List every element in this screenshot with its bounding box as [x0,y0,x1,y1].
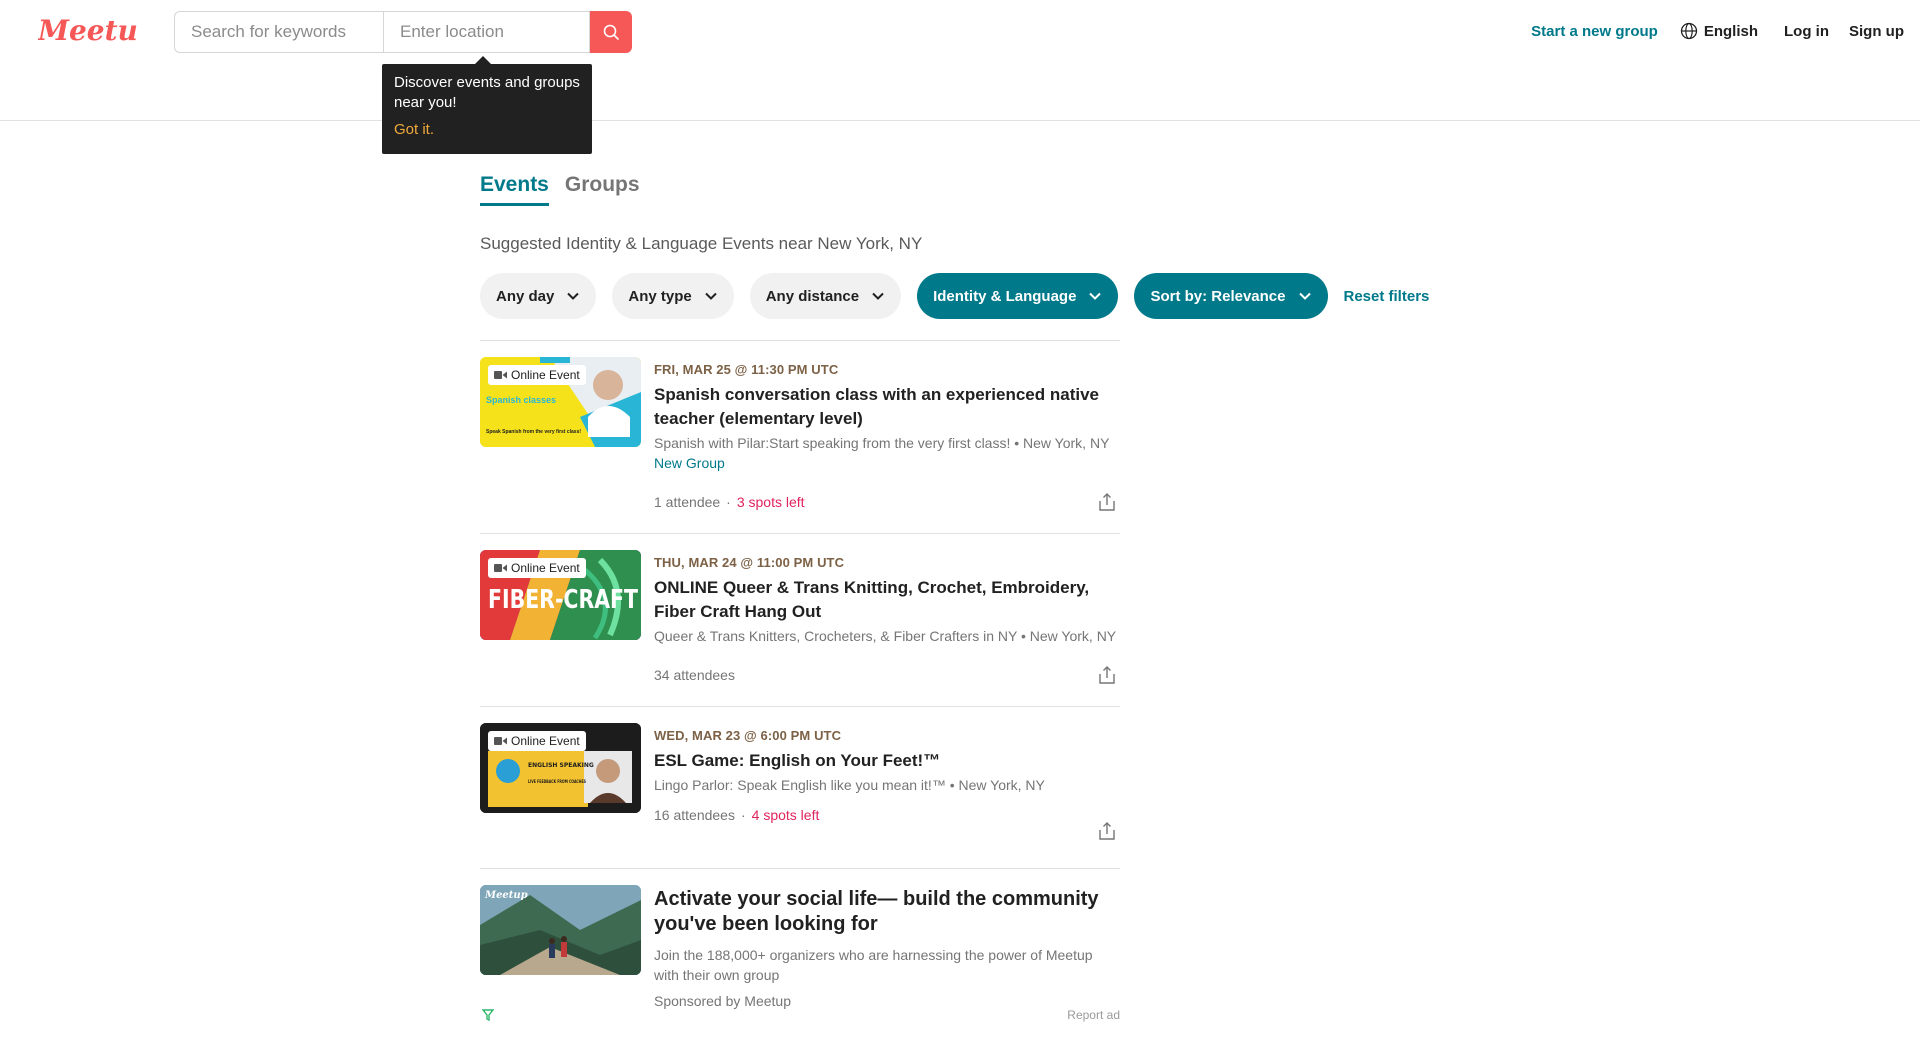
search-button[interactable] [590,11,632,53]
event-group: Spanish with Pilar:Start speaking from t… [654,435,1110,451]
event-date: FRI, MAR 25 @ 11:30 PM UTC [654,362,839,377]
ad-choices-icon[interactable] [482,1009,494,1021]
event-2-image-title: FIBER-CRAFT [488,585,638,615]
event-1-image-caption: Speak Spanish from the very first class! [486,429,581,435]
chevron-down-icon [1298,292,1311,300]
separator-dot: · [726,494,731,510]
share-icon[interactable] [1096,491,1118,513]
video-camera-icon [494,737,507,745]
event-image[interactable]: Spanish classes Speak Spanish from the v… [480,357,641,447]
ad-text: Join the 188,000+ organizers who are har… [654,947,1093,983]
event-group: Queer & Trans Knitters, Crocheters, & Fi… [654,628,1117,644]
tabs: Events Groups [480,173,640,206]
sort-dropdown[interactable]: Sort by: Relevance [1134,273,1328,319]
location-tooltip: Discover events and groups near you! Got… [382,56,592,154]
event-meta: 1 attendee · 3 spots left [654,494,805,510]
event-title[interactable]: ONLINE Queer & Trans Knitting, Crochet, … [654,576,1120,624]
event-details: THU, MAR 24 @ 11:00 PM UTC ONLINE Queer … [654,555,1120,644]
globe-icon [1680,22,1697,40]
chevron-down-icon [1089,292,1102,300]
event-list: Spanish classes Speak Spanish from the v… [480,340,1120,1039]
reset-filters-link[interactable]: Reset filters [1344,288,1430,305]
filter-distance-label: Any distance [765,287,860,305]
share-icon[interactable] [1096,820,1118,842]
tab-groups[interactable]: Groups [565,173,640,206]
event-image[interactable]: FIBER-CRAFT Online Event [480,550,641,640]
event-title[interactable]: ESL Game: English on Your Feet!™ [654,749,1120,773]
search-bar [174,11,632,53]
login-link[interactable]: Log in [1784,23,1829,40]
filter-day[interactable]: Any day [480,273,597,319]
online-event-badge: Online Event [488,731,586,751]
search-icon [603,24,619,40]
attendee-count: 16 attendees [654,807,735,823]
event-3-image-caption: LIVE FEEDBACK FROM COACHES [528,779,586,784]
event-group: Lingo Parlor: Speak English like you mea… [654,777,1045,793]
filter-type-label: Any type [628,287,692,305]
share-icon[interactable] [1096,664,1118,686]
video-camera-icon [494,564,507,572]
report-ad-link[interactable]: Report ad [1067,1008,1120,1022]
event-date: WED, MAR 23 @ 6:00 PM UTC [654,728,842,743]
tooltip-text: Discover events and groups near you! [394,74,580,111]
start-new-group-link[interactable]: Start a new group [1531,23,1658,40]
badge-label: Online Event [511,734,580,748]
event-meta: 34 attendees [654,667,735,683]
new-group-label[interactable]: New Group [654,455,1120,471]
sponsored-ad[interactable]: Meetup Activate your social life— build … [480,869,1120,1039]
event-date: THU, MAR 24 @ 11:00 PM UTC [654,555,845,570]
header: Meetup Discover events and groups near y… [0,0,1920,154]
language-label: English [1703,22,1758,40]
logo-text: Meetup [38,14,138,47]
language-selector[interactable]: English [1680,22,1758,40]
filter-category-label: Identity & Language [933,287,1077,305]
meetup-logo[interactable]: Meetup [38,10,138,52]
event-1-image-title: Spanish classes [486,395,556,405]
ad-title[interactable]: Activate your social life— build the com… [654,887,1120,937]
event-card[interactable]: FIBER-CRAFT Online Event THU, MAR 24 @ 1… [480,534,1120,707]
event-title[interactable]: Spanish conversation class with an exper… [654,383,1120,431]
header-nav: Start a new group English Log in Sign up [1531,20,1904,42]
attendee-count: 1 attendee [654,494,721,510]
chevron-down-icon [705,292,717,300]
ad-image-logo: Meetup [484,890,528,901]
badge-label: Online Event [511,368,580,382]
filter-bar: Any day Any type Any distance Identity &… [480,273,1429,319]
ad-sponsor: Sponsored by Meetup [654,993,791,1009]
tab-events[interactable]: Events [480,173,549,206]
event-card[interactable]: ENGLISH SPEAKING LIVE FEEDBACK FROM COAC… [480,707,1120,869]
event-image[interactable]: ENGLISH SPEAKING LIVE FEEDBACK FROM COAC… [480,723,641,813]
event-card[interactable]: Spanish classes Speak Spanish from the v… [480,341,1120,534]
filter-day-label: Any day [496,287,555,305]
badge-label: Online Event [511,561,580,575]
suggestion-heading: Suggested Identity & Language Events nea… [480,234,923,253]
signup-link[interactable]: Sign up [1849,23,1904,40]
keyword-search-input[interactable] [174,11,383,53]
event-details: FRI, MAR 25 @ 11:30 PM UTC Spanish conve… [654,362,1120,471]
video-camera-icon [494,371,507,379]
chevron-down-icon [567,292,580,300]
online-event-badge: Online Event [488,365,586,385]
filter-distance[interactable]: Any distance [749,273,902,319]
sort-label: Sort by: Relevance [1150,287,1286,305]
attendee-count: 34 attendees [654,667,735,683]
event-meta: 16 attendees · 4 spots left [654,807,819,823]
filter-category[interactable]: Identity & Language [917,273,1119,319]
event-details: WED, MAR 23 @ 6:00 PM UTC ESL Game: Engl… [654,728,1120,793]
online-event-badge: Online Event [488,558,586,578]
got-it-button[interactable]: Got it. [394,120,580,140]
spots-left: 3 spots left [736,494,805,510]
ad-details: Activate your social life— build the com… [654,887,1120,1009]
spots-left: 4 spots left [751,807,820,823]
ad-image[interactable]: Meetup [480,885,641,975]
location-input[interactable] [383,11,590,53]
separator-dot: · [740,807,746,823]
event-3-image-title: ENGLISH SPEAKING [528,762,594,769]
ad-thumbnail: Meetup [480,885,641,975]
chevron-down-icon [872,292,884,300]
filter-type[interactable]: Any type [612,273,734,319]
